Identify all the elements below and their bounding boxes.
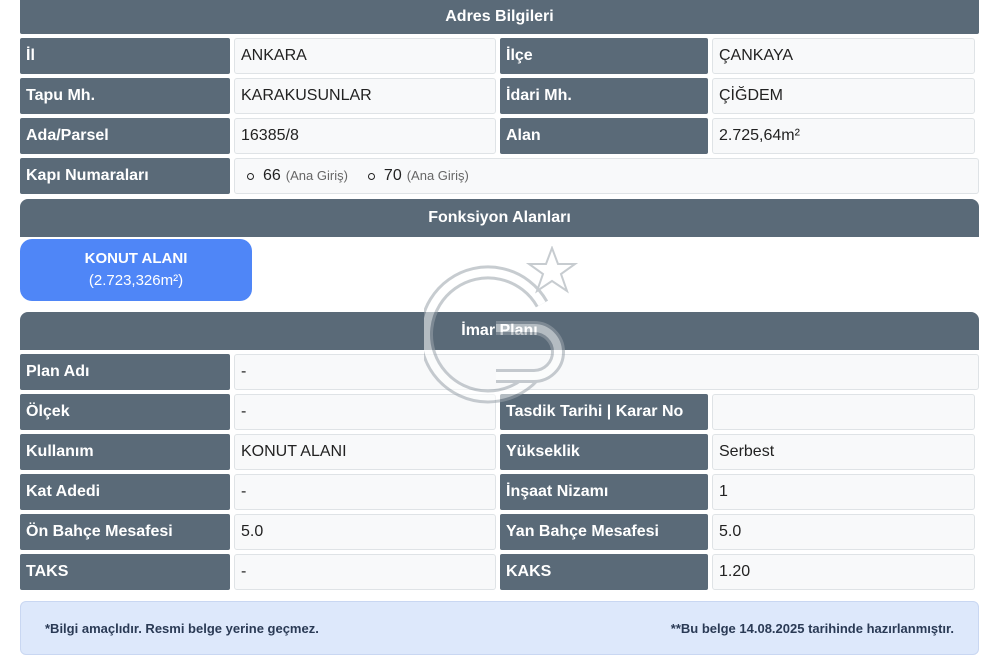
- function-area-card: KONUT ALANI (2.723,326m²): [20, 239, 252, 301]
- ilce-label: İlçe: [500, 38, 708, 74]
- kullanim-label: Kullanım: [20, 434, 230, 470]
- ilce-value: ÇANKAYA: [712, 38, 975, 74]
- address-section-title: Adres Bilgileri: [20, 0, 979, 34]
- kaks-value: 1.20: [712, 554, 975, 590]
- yan-bahce-value: 5.0: [712, 514, 975, 550]
- il-value: ANKARA: [234, 38, 496, 74]
- row-bahce: Ön Bahçe Mesafesi 5.0 Yan Bahçe Mesafesi…: [20, 514, 979, 550]
- row-kat: Kat Adedi - İnşaat Nizamı 1: [20, 474, 979, 510]
- door-item: 66 (Ana Giriş): [241, 159, 348, 193]
- ada-parsel-label: Ada/Parsel: [20, 118, 230, 154]
- function-area: (2.723,326m²): [88, 272, 184, 289]
- on-bahce-value: 5.0: [234, 514, 496, 550]
- kat-adedi-value: -: [234, 474, 496, 510]
- on-bahce-label: Ön Bahçe Mesafesi: [20, 514, 230, 550]
- row-taks-kaks: TAKS - KAKS 1.20: [20, 554, 979, 590]
- footer-note: *Bilgi amaçlıdır. Resmi belge yerine geç…: [20, 601, 979, 655]
- insaat-nizami-value: 1: [712, 474, 975, 510]
- prepared-date-text: **Bu belge 14.08.2025 tarihinde hazırlan…: [670, 620, 954, 636]
- kat-adedi-label: Kat Adedi: [20, 474, 230, 510]
- olcek-label: Ölçek: [20, 394, 230, 430]
- disclaimer-text: *Bilgi amaçlıdır. Resmi belge yerine geç…: [45, 620, 319, 636]
- tapu-value: KARAKUSUNLAR: [234, 78, 496, 114]
- idari-label: İdari Mh.: [500, 78, 708, 114]
- door-numbers: 66 (Ana Giriş) 70 (Ana Giriş): [234, 158, 979, 194]
- plan-adi-label: Plan Adı: [20, 354, 230, 390]
- idari-value: ÇİĞDEM: [712, 78, 975, 114]
- report: Adres Bilgileri İl ANKARA İlçe ÇANKAYA T…: [20, 0, 979, 655]
- bullet-icon: [367, 172, 375, 180]
- taks-label: TAKS: [20, 554, 230, 590]
- door-note: (Ana Giriş): [285, 168, 348, 183]
- taks-value: -: [234, 554, 496, 590]
- insaat-nizami-label: İnşaat Nizamı: [500, 474, 708, 510]
- yan-bahce-label: Yan Bahçe Mesafesi: [500, 514, 708, 550]
- kapi-label: Kapı Numaraları: [20, 158, 230, 194]
- door-note: (Ana Giriş): [406, 168, 469, 183]
- row-kapi: Kapı Numaraları 66 (Ana Giriş) 70 (Ana G…: [20, 158, 979, 194]
- yukseklik-label: Yükseklik: [500, 434, 708, 470]
- door-number: 66: [263, 167, 281, 184]
- watermark-logo-icon: [424, 246, 579, 404]
- door-number: 70: [383, 167, 402, 184]
- il-label: İl: [20, 38, 230, 74]
- kullanim-value: KONUT ALANI: [234, 434, 496, 470]
- function-name: KONUT ALANI: [84, 250, 188, 267]
- bullet-icon: [247, 172, 254, 180]
- tapu-label: Tapu Mh.: [20, 78, 230, 114]
- row-kullanim: Kullanım KONUT ALANI Yükseklik Serbest: [20, 434, 979, 470]
- row-tapu-idari: Tapu Mh. KARAKUSUNLAR İdari Mh. ÇİĞDEM: [20, 78, 979, 114]
- functions-section-title: Fonksiyon Alanları: [20, 199, 979, 237]
- tasdik-value: [712, 394, 975, 430]
- alan-label: Alan: [500, 118, 708, 154]
- alan-value: 2.725,64m²: [712, 118, 975, 154]
- row-il-ilce: İl ANKARA İlçe ÇANKAYA: [20, 38, 979, 74]
- row-ada-alan: Ada/Parsel 16385/8 Alan 2.725,64m²: [20, 118, 979, 154]
- door-item: 70 (Ana Giriş): [362, 159, 469, 193]
- ada-parsel-value: 16385/8: [234, 118, 496, 154]
- plan-adi-value: -: [234, 354, 979, 390]
- yukseklik-value: Serbest: [712, 434, 975, 470]
- kaks-label: KAKS: [500, 554, 708, 590]
